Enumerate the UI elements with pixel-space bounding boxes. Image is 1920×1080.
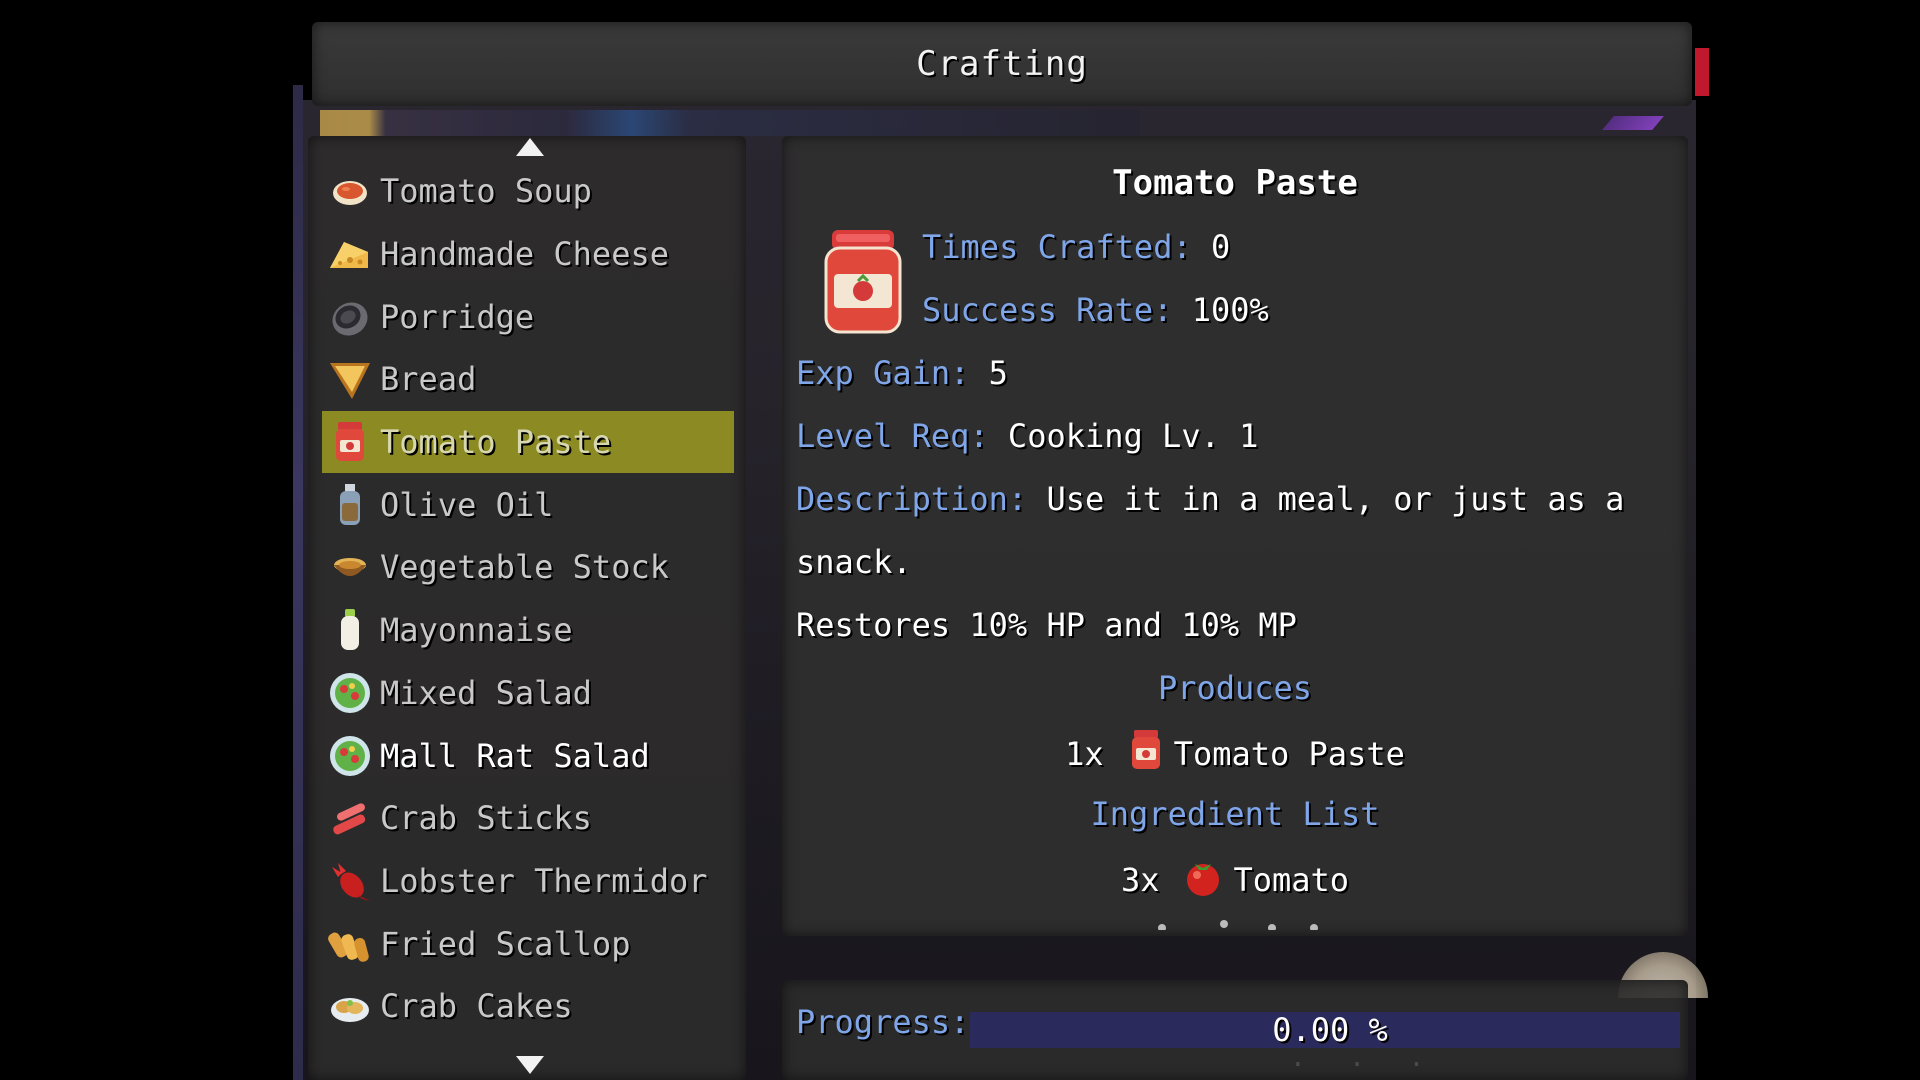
level-req-row: Level Req: Cooking Lv. 1	[796, 417, 1258, 455]
background-scene-strip	[320, 110, 1140, 136]
recipe-label: Lobster Thermidor	[380, 861, 708, 900]
produces-row: 1x Tomato Paste	[782, 728, 1688, 780]
recipe-label: Bread	[380, 360, 477, 399]
description-continuation: snack.	[796, 543, 912, 581]
lobster-icon	[328, 859, 372, 903]
recipe-label: Olive Oil	[380, 485, 554, 524]
restores-text: Restores 10% HP and 10% MP	[796, 606, 1297, 644]
recipe-item-mixed-salad[interactable]: Mixed Salad	[322, 662, 736, 725]
recipe-item-tomato-paste[interactable]: Tomato Paste	[322, 410, 734, 474]
crafting-title-bar: Crafting	[312, 22, 1692, 106]
recipe-item-porridge[interactable]: Porridge	[322, 285, 736, 348]
recipe-item-mall-rat-salad[interactable]: Mall Rat Salad	[322, 724, 736, 787]
cheese-wedge-icon	[328, 232, 372, 276]
recipe-item-olive-oil[interactable]: Olive Oil	[322, 473, 736, 536]
recipe-label: Handmade Cheese	[380, 235, 669, 274]
stock-bowl-icon	[328, 545, 372, 589]
exp-gain-row: Exp Gain: 5	[796, 354, 1008, 392]
tomato-icon	[1183, 854, 1223, 906]
background-scene-edge	[293, 85, 303, 1080]
times-crafted-row: Times Crafted: 0	[922, 228, 1230, 266]
times-crafted-key: Times Crafted:	[922, 228, 1192, 266]
jar-icon	[328, 420, 372, 464]
times-crafted-value: 0	[1210, 228, 1231, 266]
produces-heading: Produces	[1157, 669, 1313, 707]
exp-gain-key: Exp Gain:	[796, 354, 970, 392]
success-rate-key: Success Rate:	[922, 291, 1173, 329]
ingredient-quantity: 3x	[1120, 861, 1160, 899]
recipe-item-crab-cakes[interactable]: Crab Cakes	[322, 975, 736, 1038]
description-text: Use it in a meal, or just as a	[1046, 480, 1625, 518]
scroll-down-arrow-icon[interactable]	[516, 1056, 544, 1074]
description-row: Description: Use it in a meal, or just a…	[796, 480, 1624, 518]
recipe-item-vegetable-stock[interactable]: Vegetable Stock	[322, 536, 736, 599]
success-rate-value: 100%	[1191, 291, 1269, 329]
tomato-paste-jar-icon	[818, 228, 908, 338]
recipe-label: Fried Scallop	[380, 924, 631, 963]
produces-item-name: Tomato Paste	[1173, 735, 1405, 773]
scroll-up-arrow-icon[interactable]	[516, 138, 544, 156]
porridge-bowl-icon	[328, 295, 372, 339]
crab-cakes-icon	[328, 984, 372, 1028]
recipe-item-bread[interactable]: Bread	[322, 348, 736, 411]
progress-bar: 0.00 %	[970, 1012, 1680, 1048]
description-key: Description:	[796, 480, 1028, 518]
clipped-next-ingredient	[1150, 918, 1350, 930]
recipe-label: Vegetable Stock	[380, 548, 669, 587]
bread-slice-icon	[328, 357, 372, 401]
background-red-marker	[1695, 48, 1709, 96]
level-req-key: Level Req:	[796, 417, 989, 455]
detail-title: Tomato Paste	[1112, 163, 1358, 203]
jar-icon	[1128, 728, 1164, 780]
crab-sticks-icon	[328, 796, 372, 840]
ingredient-item-name: Tomato	[1233, 861, 1350, 899]
progress-label: Progress:	[796, 1003, 970, 1041]
ingredient-row: 3x Tomato	[782, 854, 1688, 906]
window-title: Crafting	[916, 44, 1088, 84]
oil-bottle-icon	[328, 483, 372, 527]
level-req-value: Cooking Lv. 1	[1007, 417, 1259, 455]
recipe-label: Mayonnaise	[380, 611, 573, 650]
background-shadow-glyphs: · · ·	[1290, 1050, 1439, 1080]
recipe-label: Crab Cakes	[380, 987, 573, 1026]
ingredient-list-heading: Ingredient List	[1090, 795, 1380, 833]
recipe-item-lobster-thermidor[interactable]: Lobster Thermidor	[322, 850, 736, 913]
game-screen: Crafting Tomato Soup Handmade Cheese Por…	[0, 0, 1920, 1080]
mayo-bottle-icon	[328, 608, 372, 652]
recipe-label: Porridge	[380, 297, 535, 336]
recipe-item-handmade-cheese[interactable]: Handmade Cheese	[322, 223, 736, 286]
soup-bowl-icon	[328, 169, 372, 213]
recipe-list: Tomato Soup Handmade Cheese Porridge Bre…	[322, 160, 736, 1038]
recipe-item-fried-scallop[interactable]: Fried Scallop	[322, 912, 736, 975]
salad-plate-icon	[328, 671, 372, 715]
recipe-item-mayonnaise[interactable]: Mayonnaise	[322, 599, 736, 662]
salad-plate-icon	[328, 734, 372, 778]
recipe-item-tomato-soup[interactable]: Tomato Soup	[322, 160, 736, 223]
exp-gain-value: 5	[988, 354, 1008, 392]
success-rate-row: Success Rate: 100%	[922, 291, 1269, 329]
produces-quantity: 1x	[1065, 735, 1104, 773]
recipe-label: Mixed Salad	[380, 673, 592, 712]
recipe-label: Tomato Paste	[380, 423, 612, 462]
recipe-label: Mall Rat Salad	[380, 736, 650, 775]
recipe-label: Crab Sticks	[380, 799, 592, 838]
progress-value: 0.00 %	[1272, 1011, 1388, 1049]
recipe-label: Tomato Soup	[380, 172, 592, 211]
recipe-item-crab-sticks[interactable]: Crab Sticks	[322, 787, 736, 850]
fried-scallop-icon	[328, 922, 372, 966]
